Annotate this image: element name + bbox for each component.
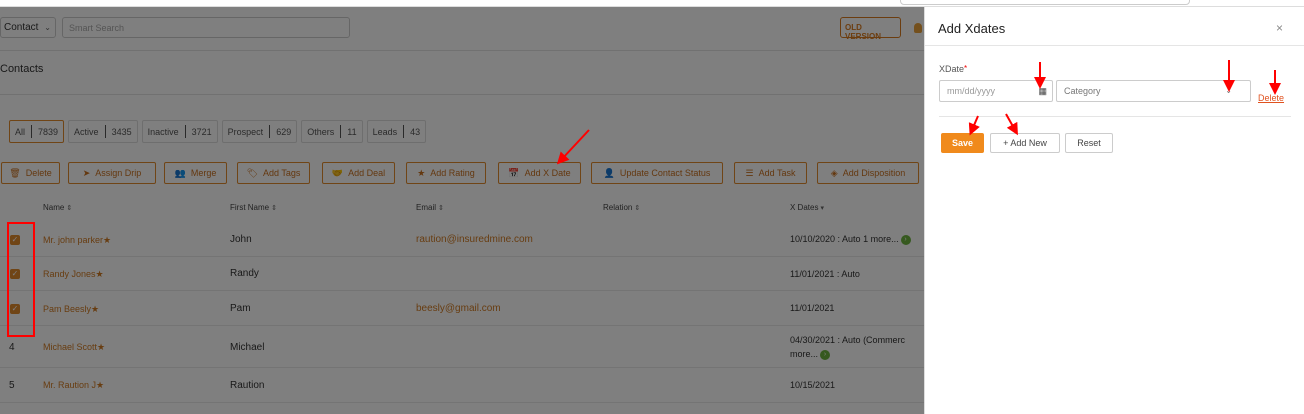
date-placeholder: mm/dd/yyyy [947,86,996,96]
calendar-icon[interactable]: ▦ [1038,86,1047,97]
annotation-highlight-box [7,222,35,337]
divider [925,45,1304,46]
category-placeholder: Category [1064,86,1101,96]
required-mark: * [964,64,968,73]
close-icon[interactable]: × [1276,21,1283,35]
reset-button[interactable]: Reset [1065,133,1113,153]
add-new-button[interactable]: + Add New [990,133,1060,153]
xdate-label: XDate* [939,64,968,74]
delete-link[interactable]: Delete [1258,93,1284,103]
category-select[interactable]: Category ⌄ [1056,80,1251,102]
divider [939,116,1291,117]
xdate-date-input[interactable]: mm/dd/yyyy ▦ [939,80,1053,102]
panel-title: Add Xdates [938,21,1006,36]
add-xdates-panel: Add Xdates × XDate* mm/dd/yyyy ▦ Categor… [924,7,1304,414]
address-bar[interactable] [900,0,1190,5]
modal-backdrop[interactable] [0,7,924,414]
save-button[interactable]: Save [941,133,984,153]
browser-top-strip [0,0,1304,7]
chevron-down-icon: ⌄ [1225,86,1232,95]
